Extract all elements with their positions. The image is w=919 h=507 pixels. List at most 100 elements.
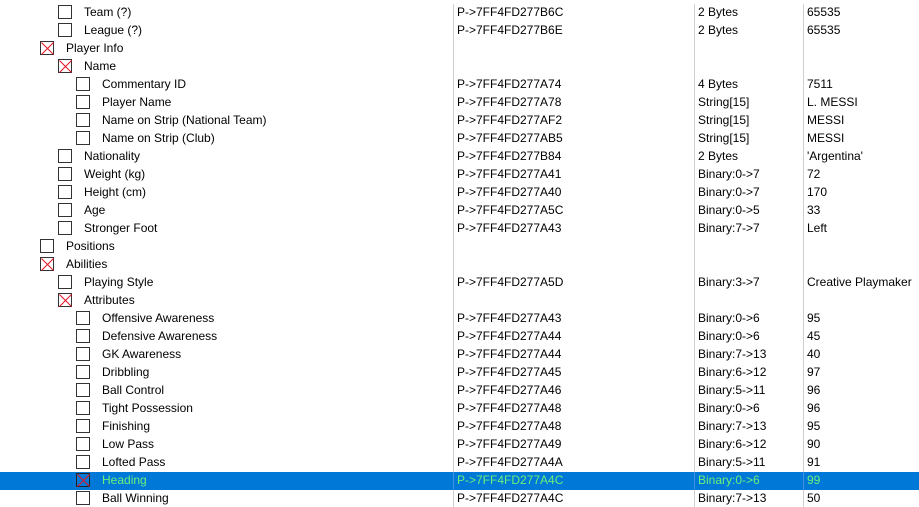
row-description: Abilities: [66, 257, 108, 271]
column-divider: [453, 166, 454, 184]
row-value[interactable]: [807, 256, 919, 274]
table-row[interactable]: Positions: [0, 238, 919, 256]
checkbox-icon[interactable]: [40, 239, 54, 253]
checkbox-icon[interactable]: [76, 329, 90, 343]
table-row[interactable]: Nationality P->7FF4FD277B84 2 Bytes 'Argen…: [0, 148, 919, 166]
row-value[interactable]: 96: [807, 382, 919, 400]
table-row[interactable]: Name on Strip (Club) P->7FF4FD277AB5 Strin…: [0, 130, 919, 148]
column-divider: [803, 454, 804, 472]
row-type: Binary:6->12: [698, 365, 767, 379]
table-row[interactable]: League (?) P->7FF4FD277B6E 2 Bytes 65535: [0, 22, 919, 40]
row-value[interactable]: 33: [807, 202, 919, 220]
row-value[interactable]: 65535: [807, 22, 919, 40]
active-checkbox-icon[interactable]: [58, 59, 72, 73]
row-value[interactable]: 45: [807, 328, 919, 346]
table-row[interactable]: Ball Control P->7FF4FD277A46 Binary:5->11 9…: [0, 382, 919, 400]
row-value[interactable]: MESSI: [807, 112, 919, 130]
column-divider: [453, 310, 454, 328]
column-divider: [803, 274, 804, 292]
row-value[interactable]: 40: [807, 346, 919, 364]
checkbox-icon[interactable]: [76, 419, 90, 433]
checkbox-icon[interactable]: [58, 5, 72, 19]
column-divider: [694, 274, 695, 292]
row-value[interactable]: 95: [807, 418, 919, 436]
table-row[interactable]: Name: [0, 58, 919, 76]
checkbox-icon[interactable]: [76, 365, 90, 379]
row-value[interactable]: 95: [807, 310, 919, 328]
column-divider: [694, 94, 695, 112]
table-row[interactable]: Low Pass P->7FF4FD277A49 Binary:6->12 90: [0, 436, 919, 454]
checkbox-icon[interactable]: [58, 221, 72, 235]
row-value[interactable]: [807, 292, 919, 310]
table-row[interactable]: Height (cm) P->7FF4FD277A40 Binary:0->7 170: [0, 184, 919, 202]
column-divider: [803, 238, 804, 256]
table-row[interactable]: Lofted Pass P->7FF4FD277A4A Binary:5->11 91: [0, 454, 919, 472]
column-divider: [694, 238, 695, 256]
checkbox-icon[interactable]: [58, 167, 72, 181]
active-checkbox-icon[interactable]: [76, 473, 90, 487]
row-value[interactable]: 50: [807, 490, 919, 507]
table-row[interactable]: Abilities: [0, 256, 919, 274]
checkbox-icon[interactable]: [76, 401, 90, 415]
checkbox-icon[interactable]: [58, 185, 72, 199]
checkbox-icon[interactable]: [76, 131, 90, 145]
checkbox-icon[interactable]: [76, 383, 90, 397]
active-checkbox-icon[interactable]: [40, 41, 54, 55]
checkbox-icon[interactable]: [58, 149, 72, 163]
table-row[interactable]: Player Info: [0, 40, 919, 58]
row-value[interactable]: [807, 40, 919, 58]
row-value[interactable]: Creative Playmaker: [807, 274, 919, 292]
table-row[interactable]: Stronger Foot P->7FF4FD277A43 Binary:7->7 L…: [0, 220, 919, 238]
row-description: League (?): [84, 23, 143, 37]
checkbox-icon[interactable]: [76, 437, 90, 451]
table-row[interactable]: Defensive Awareness P->7FF4FD277A44 Binary…: [0, 328, 919, 346]
checkbox-icon[interactable]: [76, 113, 90, 127]
checkbox-icon[interactable]: [76, 455, 90, 469]
table-row[interactable]: Player Name P->7FF4FD277A78 String[15] L. M…: [0, 94, 919, 112]
row-value[interactable]: [807, 238, 919, 256]
row-value[interactable]: Left: [807, 220, 919, 238]
active-checkbox-icon[interactable]: [58, 293, 72, 307]
row-value[interactable]: 65535: [807, 4, 919, 22]
checkbox-icon[interactable]: [58, 203, 72, 217]
row-type: Binary:0->6: [698, 401, 760, 415]
table-row[interactable]: Team (?) P->7FF4FD277B6C 2 Bytes 65535: [0, 4, 919, 22]
row-value[interactable]: 'Argentina': [807, 148, 919, 166]
table-row[interactable]: Name on Strip (National Team) P->7FF4FD27…: [0, 112, 919, 130]
table-row[interactable]: Age P->7FF4FD277A5C Binary:0->5 33: [0, 202, 919, 220]
row-value[interactable]: 97: [807, 364, 919, 382]
row-value[interactable]: 7511: [807, 76, 919, 94]
row-value[interactable]: 90: [807, 436, 919, 454]
row-value[interactable]: 99: [807, 472, 919, 490]
row-value[interactable]: 170: [807, 184, 919, 202]
row-value[interactable]: 96: [807, 400, 919, 418]
row-value[interactable]: 91: [807, 454, 919, 472]
checkbox-icon[interactable]: [76, 77, 90, 91]
row-value[interactable]: MESSI: [807, 130, 919, 148]
table-row[interactable]: Weight (kg) P->7FF4FD277A41 Binary:0->7 72: [0, 166, 919, 184]
table-row[interactable]: Heading P->7FF4FD277A4C Binary:0->6 99: [0, 472, 919, 490]
checkbox-icon[interactable]: [76, 347, 90, 361]
row-address: P->7FF4FD277B6E: [457, 23, 563, 37]
table-row[interactable]: GK Awareness P->7FF4FD277A44 Binary:7->13 4…: [0, 346, 919, 364]
column-divider: [803, 4, 804, 22]
checkbox-icon[interactable]: [76, 491, 90, 505]
row-value[interactable]: L. MESSI: [807, 94, 919, 112]
table-row[interactable]: Finishing P->7FF4FD277A48 Binary:7->13 95: [0, 418, 919, 436]
row-address: P->7FF4FD277A40: [457, 185, 562, 199]
active-checkbox-icon[interactable]: [40, 257, 54, 271]
table-row[interactable]: Ball Winning P->7FF4FD277A4C Binary:7->13 5…: [0, 490, 919, 507]
table-row[interactable]: Offensive Awareness P->7FF4FD277A43 Binary…: [0, 310, 919, 328]
checkbox-icon[interactable]: [58, 23, 72, 37]
table-row[interactable]: Tight Possession P->7FF4FD277A48 Binary:0-…: [0, 400, 919, 418]
checkbox-icon[interactable]: [58, 275, 72, 289]
table-row[interactable]: Attributes: [0, 292, 919, 310]
checkbox-icon[interactable]: [76, 311, 90, 325]
row-value[interactable]: 72: [807, 166, 919, 184]
row-value[interactable]: [807, 58, 919, 76]
checkbox-icon[interactable]: [76, 95, 90, 109]
table-row[interactable]: Commentary ID P->7FF4FD277A74 4 Bytes 7511: [0, 76, 919, 94]
table-row[interactable]: Dribbling P->7FF4FD277A45 Binary:6->12 97: [0, 364, 919, 382]
row-description: Ball Control: [102, 383, 165, 397]
table-row[interactable]: Playing Style P->7FF4FD277A5D Binary:3->7 C…: [0, 274, 919, 292]
